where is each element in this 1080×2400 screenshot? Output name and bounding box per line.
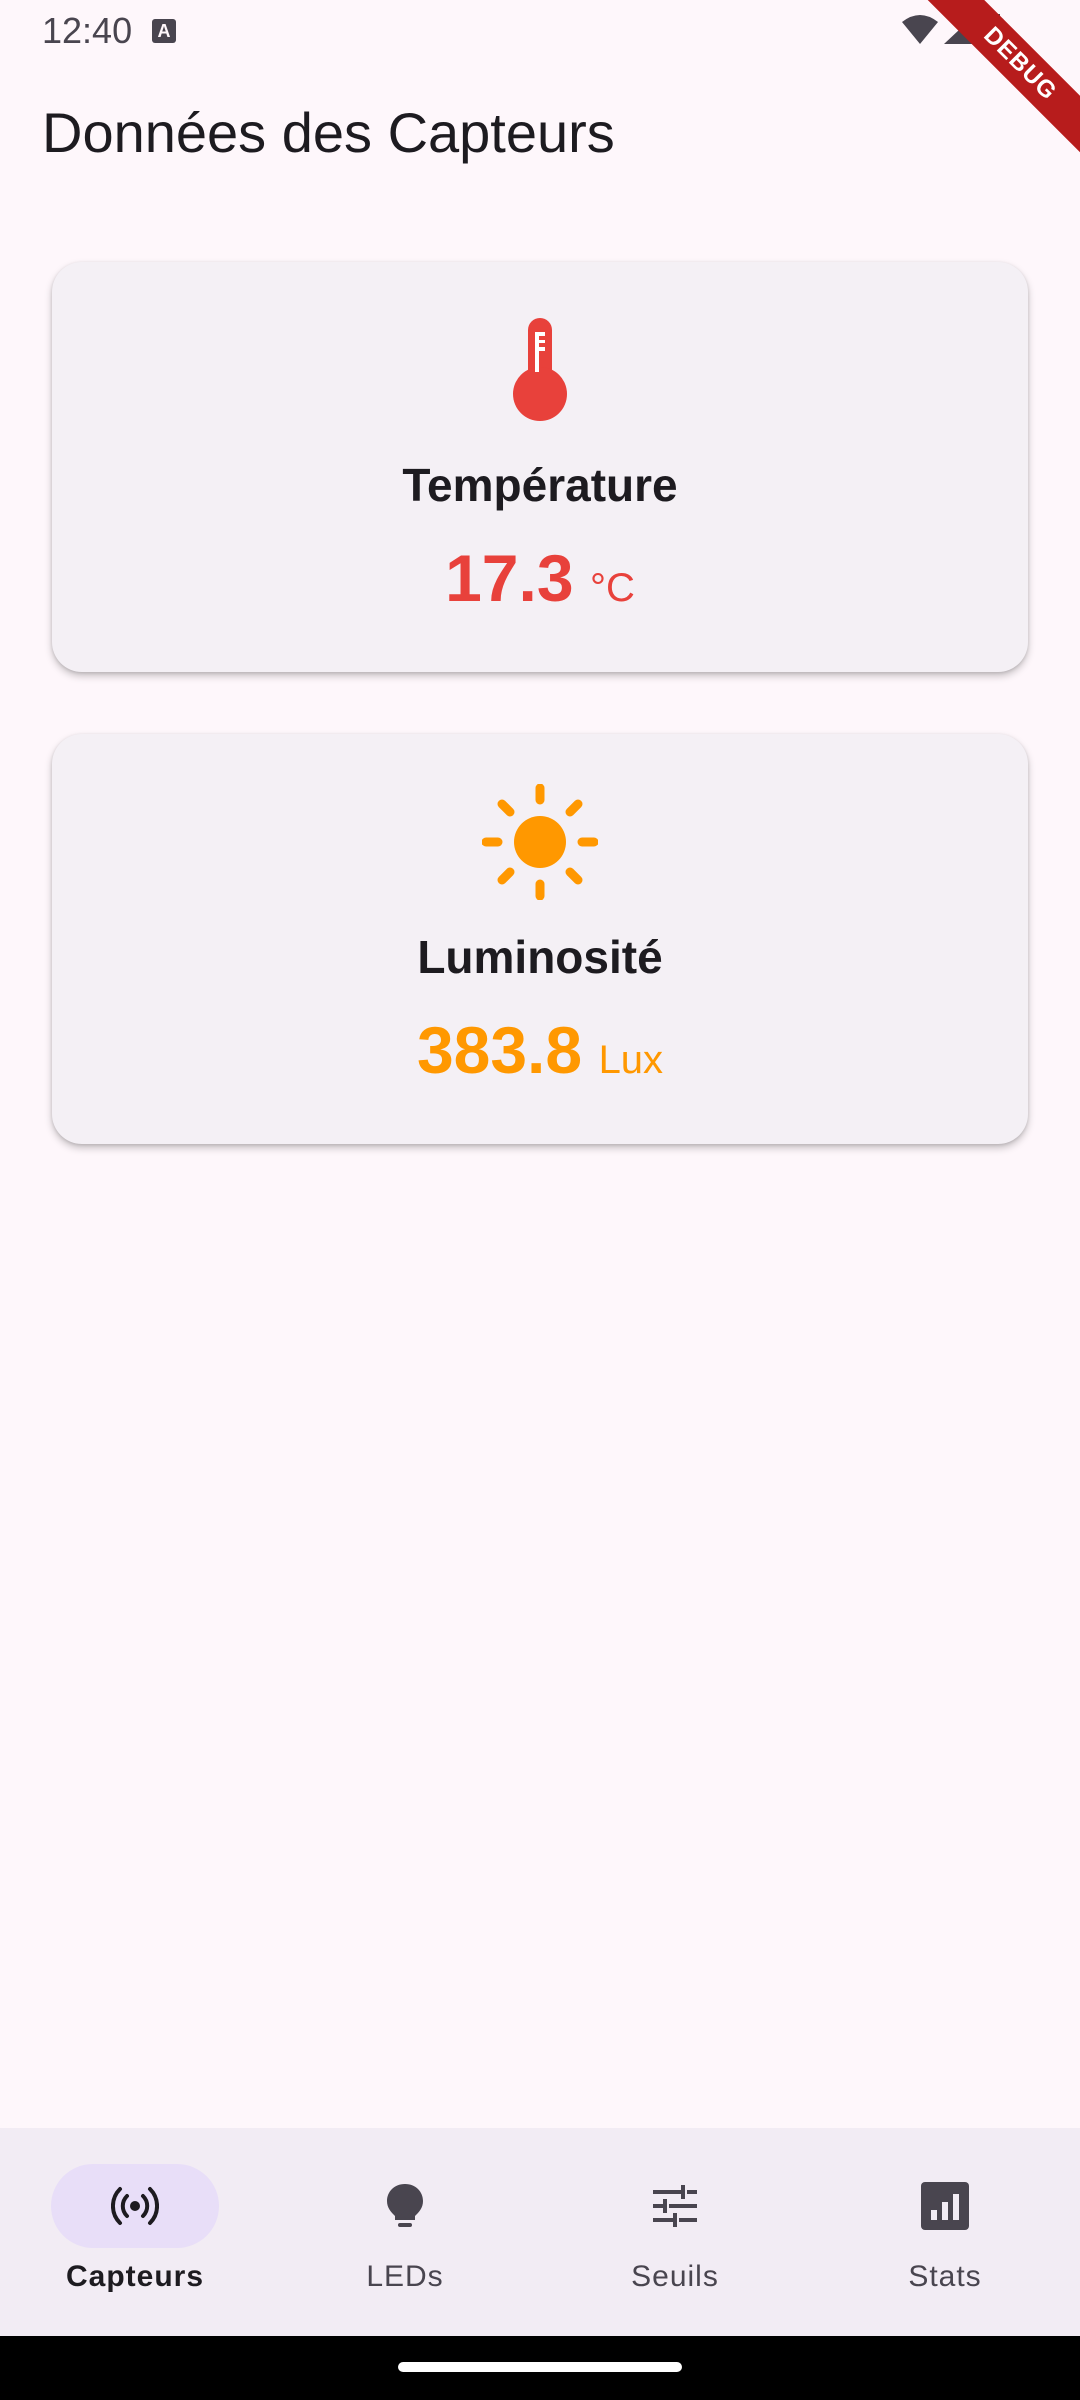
a-icon: A bbox=[152, 19, 176, 43]
nav-label-capteurs: Capteurs bbox=[65, 2260, 205, 2293]
lightbulb-icon bbox=[381, 2182, 429, 2230]
nav-item-seuils[interactable]: Seuils bbox=[540, 2128, 810, 2336]
temperature-unit: °C bbox=[590, 566, 635, 610]
luminosity-card: Luminosité 383.8 Lux bbox=[52, 734, 1028, 1144]
bottom-navigation: Capteurs LEDs Seuils Stats bbox=[0, 2128, 1080, 2336]
nav-label-stats: Stats bbox=[908, 2260, 982, 2293]
nav-label-leds: LEDs bbox=[366, 2260, 444, 2293]
page-title: Données des Capteurs bbox=[42, 101, 615, 164]
debug-banner: DEBUG bbox=[900, 0, 1080, 180]
sensors-icon bbox=[110, 2182, 160, 2230]
thermometer-icon bbox=[510, 316, 570, 427]
temperature-label: Température bbox=[402, 459, 678, 511]
luminosity-value: 383.8 bbox=[416, 1013, 583, 1087]
home-handle[interactable] bbox=[398, 2362, 682, 2372]
status-time: 12:40 bbox=[42, 10, 133, 51]
luminosity-unit: Lux bbox=[598, 1038, 664, 1082]
nav-label-seuils: Seuils bbox=[631, 2260, 719, 2293]
temperature-card: Température 17.3 °C bbox=[52, 262, 1028, 672]
sun-icon bbox=[481, 783, 599, 905]
nav-item-stats[interactable]: Stats bbox=[810, 2128, 1080, 2336]
luminosity-reading: 383.8 Lux bbox=[52, 1012, 1028, 1088]
tune-icon bbox=[651, 2182, 699, 2230]
debug-label: DEBUG bbox=[913, 0, 1080, 171]
nav-item-capteurs[interactable]: Capteurs bbox=[0, 2128, 270, 2336]
temperature-reading: 17.3 °C bbox=[52, 540, 1028, 616]
temperature-value: 17.3 bbox=[445, 541, 574, 615]
luminosity-label: Luminosité bbox=[417, 931, 663, 983]
nav-item-leds[interactable]: LEDs bbox=[270, 2128, 540, 2336]
gesture-bar bbox=[0, 2336, 1080, 2400]
stats-icon bbox=[921, 2182, 969, 2230]
